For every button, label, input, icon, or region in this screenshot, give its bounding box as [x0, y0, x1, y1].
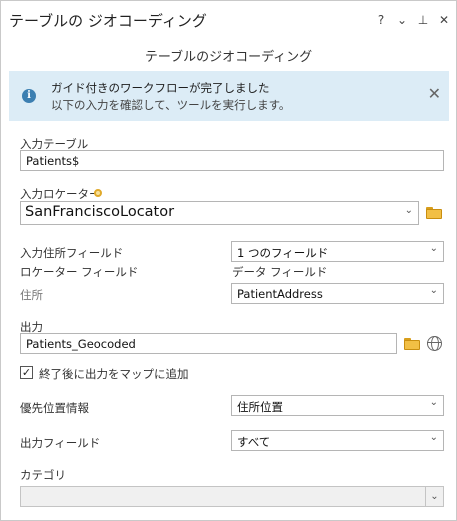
locator-field-header: ロケーター フィールド: [20, 265, 139, 279]
pin-icon[interactable]: ⊥: [417, 13, 429, 27]
chevron-down-icon: ⌄: [429, 285, 438, 296]
input-address-fields-select[interactable]: 1 つのフィールド ⌄: [231, 241, 444, 262]
chevron-down-icon: ⌄: [429, 243, 438, 254]
input-locator-value: SanFranciscoLocator: [25, 204, 175, 220]
folder-icon[interactable]: [426, 207, 442, 219]
info-banner: i ガイド付きのワークフローが完了しました 以下の入力を確認して、ツールを実行し…: [9, 71, 449, 121]
category-label: カテゴリ: [20, 468, 66, 482]
banner-message: 以下の入力を確認して、ツールを実行します。: [51, 98, 291, 112]
folder-icon[interactable]: [404, 338, 420, 350]
pane-title: テーブルの ジオコーディング: [9, 12, 207, 30]
banner-close-icon[interactable]: ✕: [428, 85, 441, 103]
add-to-map-checkbox[interactable]: ✓: [20, 366, 33, 379]
help-icon[interactable]: ?: [375, 13, 387, 27]
chevron-down-icon: ⌄: [429, 432, 438, 443]
banner-title: ガイド付きのワークフローが完了しました: [51, 81, 270, 95]
chevron-down-icon: ⌄: [425, 487, 443, 506]
output-fields-select[interactable]: すべて ⌄: [231, 430, 444, 451]
globe-icon[interactable]: [427, 336, 442, 351]
output-field[interactable]: Patients_Geocoded: [20, 333, 397, 354]
data-field-header: データ フィールド: [232, 265, 328, 279]
address-field-select[interactable]: PatientAddress ⌄: [231, 283, 444, 304]
gear-icon: [94, 189, 102, 197]
input-address-fields-value: 1 つのフィールド: [237, 246, 329, 260]
chevron-down-icon: ⌄: [429, 397, 438, 408]
tool-title: テーブルのジオコーディング: [144, 50, 313, 65]
close-icon[interactable]: ✕: [438, 13, 450, 27]
address-field-label: 住所: [20, 288, 43, 302]
input-locator-select[interactable]: SanFranciscoLocator ⌄: [20, 201, 419, 225]
output-fields-value: すべて: [237, 435, 271, 449]
pane-title-bar: テーブルの ジオコーディング ? ⌄ ⊥ ✕: [1, 1, 456, 39]
add-to-map-label: 終了後に出力をマップに追加: [39, 367, 189, 381]
output-fields-label: 出力フィールド: [20, 436, 101, 450]
input-address-fields-label: 入力住所フィールド: [20, 246, 124, 260]
preferred-location-value: 住所位置: [237, 400, 283, 414]
info-icon: i: [22, 89, 36, 103]
title-bar-controls: ? ⌄ ⊥ ✕: [375, 13, 450, 27]
input-table-field[interactable]: Patients$: [20, 150, 444, 171]
chevron-down-icon: ⌄: [404, 205, 413, 216]
preferred-location-label: 優先位置情報: [20, 401, 89, 415]
geoprocessing-pane: テーブルの ジオコーディング ? ⌄ ⊥ ✕ テーブルのジオコーディング i ガ…: [0, 0, 457, 521]
chevron-down-icon[interactable]: ⌄: [396, 13, 408, 27]
category-select[interactable]: ⌄: [20, 486, 444, 507]
input-locator-label: 入力ロケーター: [20, 187, 101, 201]
preferred-location-select[interactable]: 住所位置 ⌄: [231, 395, 444, 416]
address-field-value: PatientAddress: [237, 287, 323, 301]
